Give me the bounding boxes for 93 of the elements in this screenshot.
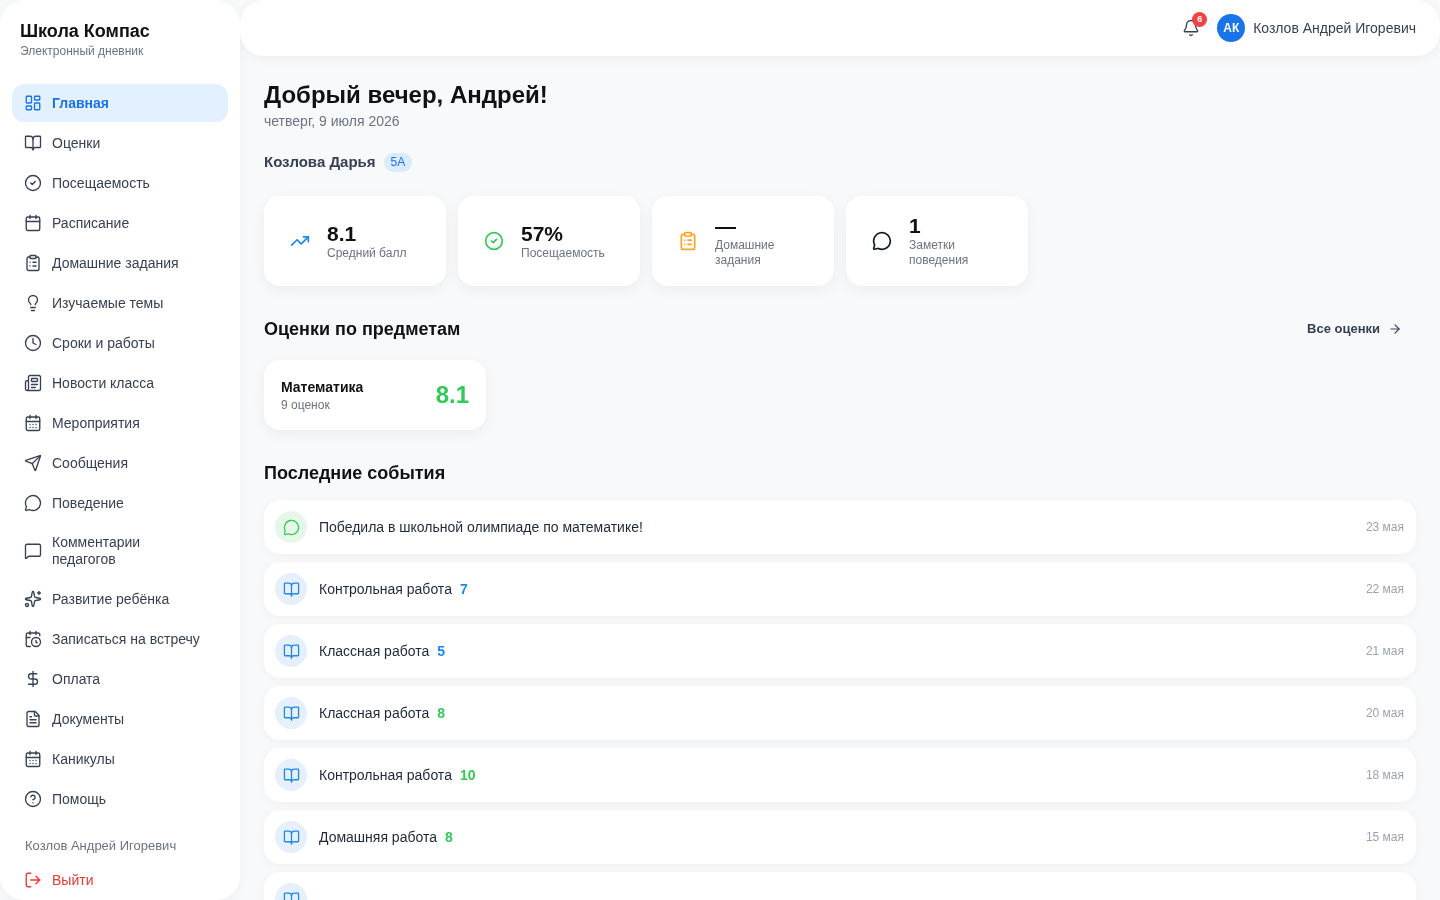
sidebar-item[interactable]: Расписание [12, 204, 228, 242]
event-grade: 5 [437, 642, 445, 661]
sidebar-item[interactable]: Документы [12, 700, 228, 738]
user-avatar[interactable]: АК [1217, 14, 1246, 42]
calendar-clock-icon [24, 630, 42, 648]
message-icon [24, 542, 42, 560]
notification-badge: 6 [1192, 12, 1208, 27]
calendar-icon [24, 750, 42, 768]
chat-bubble-icon [275, 511, 307, 543]
clock-icon [24, 334, 42, 352]
current-date: четверг, 9 июля 2026 [264, 112, 401, 131]
event-text: Классная работа [319, 642, 430, 661]
sidebar-item[interactable]: Мероприятия [12, 404, 228, 442]
event-grade: 10 [459, 766, 476, 785]
book-icon [275, 635, 307, 667]
event-row[interactable]: Домашняя работа 8 15 мая [264, 810, 1416, 864]
help-icon [24, 790, 42, 808]
stat-label: Домашние задания [715, 238, 776, 268]
header-user-name[interactable]: Козлов Андрей Игоревич [1253, 18, 1416, 38]
event-date: 21 мая [1365, 643, 1404, 659]
sidebar-item[interactable]: Новости класса [12, 364, 228, 402]
event-row[interactable]: Классная работа 8 20 мая [264, 686, 1416, 740]
stat-label: Посещаемость [521, 245, 606, 261]
sidebar-item[interactable]: Главная [12, 84, 228, 122]
event-row[interactable]: Победила в школьной олимпиаде по математике! 23 мая [264, 500, 1416, 554]
event-grade: 8 [437, 704, 445, 723]
book-icon [24, 134, 42, 152]
event-text: Победила в школьной олимпиаде по математике! [319, 518, 643, 537]
clipboard-icon [24, 254, 42, 272]
student-name: Козлова Дарья [264, 152, 376, 172]
newspaper-icon [24, 374, 42, 392]
event-date: 22 мая [1365, 581, 1404, 597]
chat-bubble-icon [872, 231, 892, 251]
event-grade: 7 [459, 580, 468, 599]
sidebar-item[interactable]: Изучаемые темы [12, 284, 228, 322]
sidebar-item[interactable]: Развитие ребёнка [12, 580, 228, 618]
book-icon [275, 573, 307, 605]
stat-value: 57% [521, 221, 565, 246]
calendar-icon [24, 214, 42, 232]
event-date: 15 мая [1365, 829, 1404, 845]
send-icon [24, 454, 42, 472]
sidebar-item[interactable]: Поведение [12, 484, 228, 522]
section-title: Оценки по предметам [264, 318, 461, 341]
event-row[interactable]: Контрольная работа 10 18 мая [264, 748, 1416, 802]
sidebar-item[interactable]: Оплата [12, 660, 228, 698]
book-icon [275, 821, 307, 853]
stat-value: 1 [909, 214, 922, 238]
sidebar-item[interactable]: Комментарии педагогов [12, 524, 228, 578]
stat-label: Заметки поведения [909, 238, 970, 268]
stat-value: 8.1 [327, 221, 358, 246]
grade-count: 9 оценок [281, 397, 331, 413]
sidebar-item[interactable]: Каникулы [12, 740, 228, 778]
event-date: 18 мая [1365, 767, 1404, 783]
sidebar-item[interactable]: Помощь [12, 780, 228, 818]
brand-subtitle: Электронный дневник [20, 43, 145, 59]
event-date: 23 мая [1365, 519, 1404, 535]
chat-bubble-icon [24, 494, 42, 512]
sidebar-item[interactable]: Сроки и работы [12, 324, 228, 362]
event-grade: 8 [444, 828, 453, 847]
greeting-title: Добрый вечер, Андрей! [264, 80, 549, 110]
logout-button[interactable]: Выйти [12, 864, 106, 896]
calendar-icon [24, 414, 42, 432]
document-icon [24, 710, 42, 728]
logout-icon [24, 871, 42, 889]
sidebar-item[interactable]: Сообщения [12, 444, 228, 482]
class-tag: 5А [383, 152, 413, 172]
dashboard-icon [24, 94, 42, 112]
event-text: Классная работа [319, 704, 430, 723]
all-grades-link[interactable]: Все оценки [1307, 319, 1402, 339]
event-text: Контрольная работа [319, 580, 452, 599]
sidebar-item[interactable]: Домашние задания [12, 244, 228, 282]
event-row[interactable]: Классная работа 5 21 мая [264, 624, 1416, 678]
event-text: Контрольная работа [319, 766, 452, 785]
subject-card[interactable]: Математика 9 оценок 8.1 [264, 360, 486, 430]
check-circle-icon [24, 174, 42, 192]
sidebar-user-name: Козлов Андрей Игоревич [24, 837, 178, 855]
book-icon [275, 759, 307, 791]
subject-average: 8.1 [435, 380, 469, 410]
sidebar-item[interactable]: Посещаемость [12, 164, 228, 202]
brand-title: Школа Компас [20, 20, 151, 43]
sidebar-item[interactable]: Записаться на встречу [12, 620, 228, 658]
event-row[interactable]: Контрольная работа 7 22 мая [264, 562, 1416, 616]
stat-label: Средний балл [327, 245, 408, 261]
event-text: Домашняя работа [319, 828, 437, 847]
stat-value: — [715, 214, 737, 238]
subject-name: Математика [281, 378, 364, 397]
event-date: 20 мая [1365, 705, 1404, 721]
section-title: Последние события [264, 462, 447, 485]
sidebar-item[interactable]: Оценки [12, 124, 228, 162]
clipboard-icon [678, 231, 698, 251]
book-icon [275, 697, 307, 729]
sparkles-icon [24, 590, 42, 608]
check-circle-icon [484, 231, 504, 251]
